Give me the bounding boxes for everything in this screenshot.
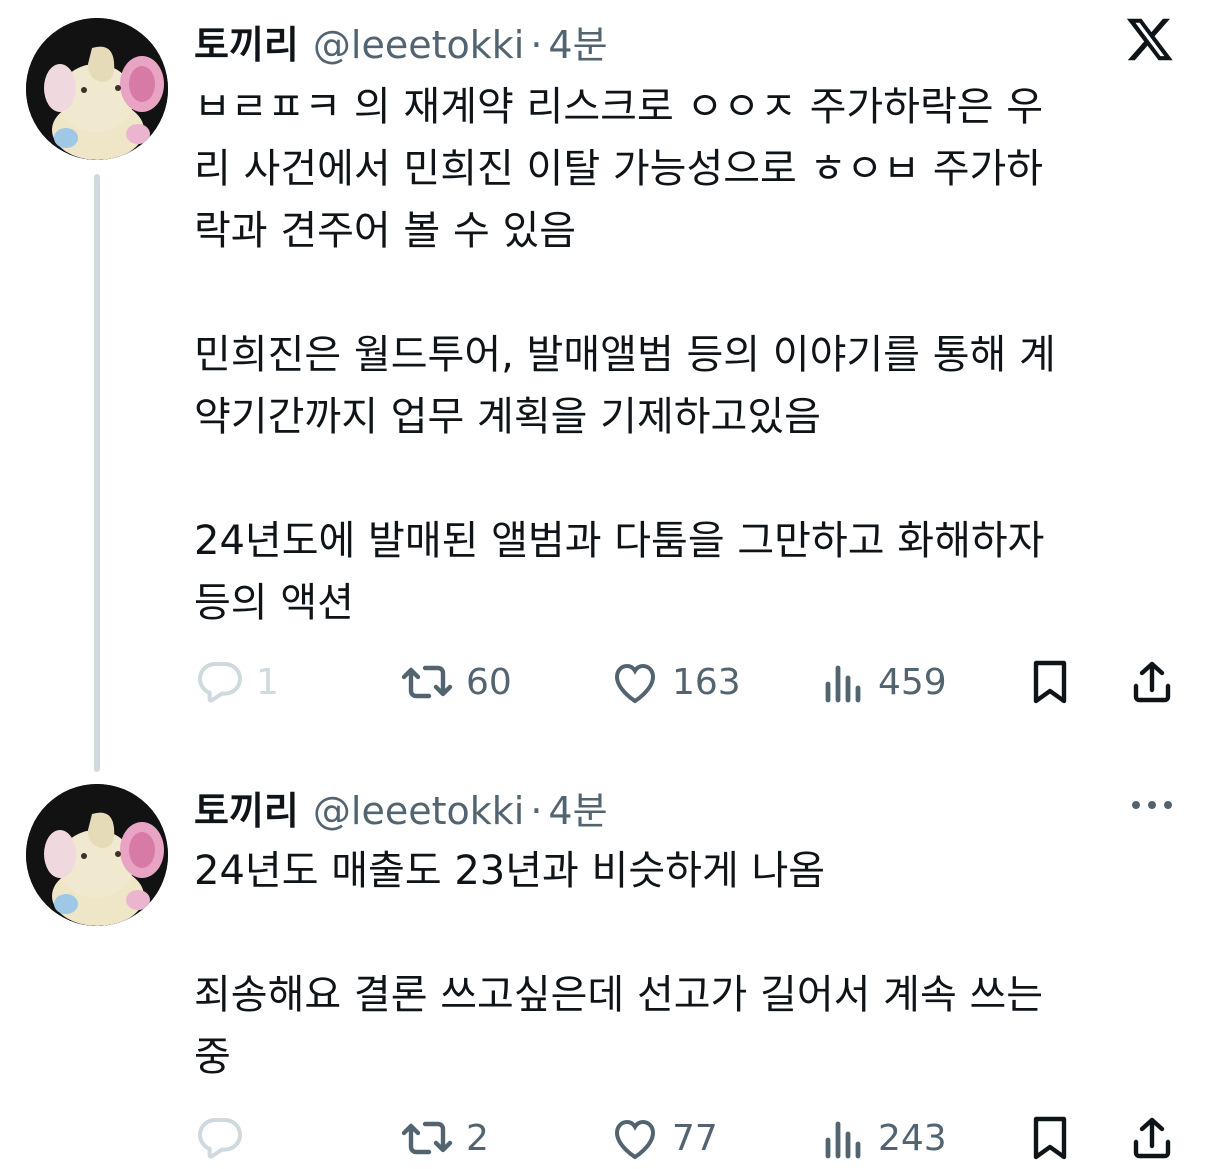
tweet-text: 24년도 매출도 23년과 비슷하게 나옴 죄송해요 결론 쓰고싶은데 선고가 … (194, 848, 1044, 1080)
views-icon (825, 1121, 861, 1159)
like-count: 163 (672, 661, 741, 703)
like-button[interactable]: 163 (610, 657, 741, 707)
views-count: 459 (878, 661, 947, 703)
share-icon (1133, 661, 1171, 703)
avatar[interactable] (26, 784, 168, 926)
retweet-icon (401, 1121, 453, 1155)
avatar[interactable] (26, 18, 168, 160)
reply-icon (197, 1118, 243, 1159)
views-button[interactable]: 243 (822, 1113, 947, 1163)
retweet-button[interactable]: 60 (400, 657, 512, 707)
user-handle[interactable]: @leeetokki (313, 23, 524, 67)
separator-dot: · (530, 23, 543, 67)
retweet-count: 60 (466, 661, 512, 703)
action-bar: 2 77 243 (194, 1113, 1184, 1163)
retweet-count: 2 (466, 1117, 489, 1159)
like-icon (614, 663, 656, 704)
reply-button[interactable]: 1 (196, 657, 279, 707)
bookmark-icon (1033, 660, 1067, 704)
bookmark-icon (1033, 1116, 1067, 1160)
share-button[interactable] (1128, 657, 1176, 707)
like-count: 77 (672, 1117, 718, 1159)
like-button[interactable]: 77 (610, 1113, 718, 1163)
more-options-icon[interactable] (1130, 790, 1174, 820)
plush-toy-avatar-image (26, 784, 168, 926)
bookmark-button[interactable] (1028, 1113, 1072, 1163)
x-logo-icon (1126, 18, 1173, 61)
reply-count: 1 (256, 661, 279, 703)
tweet-text: ㅂㄹㅍㅋ 의 재계약 리스크로 ㅇㅇㅈ 주가하락은 우 리 사건에서 민희진 이… (194, 84, 1056, 626)
views-icon (825, 665, 861, 703)
retweet-icon (401, 665, 453, 699)
retweet-button[interactable]: 2 (400, 1113, 489, 1163)
timestamp[interactable]: 4분 (548, 14, 607, 69)
user-handle[interactable]: @leeetokki (313, 789, 524, 833)
like-icon (614, 1119, 656, 1160)
views-count: 243 (878, 1117, 947, 1159)
display-name[interactable]: 토끼리 (194, 780, 299, 835)
plush-toy-avatar-image (26, 18, 168, 160)
action-bar: 1 60 163 459 (194, 657, 1184, 707)
tweet-header: 토끼리 @leeetokki · 4분 (194, 780, 608, 833)
bookmark-button[interactable] (1028, 657, 1072, 707)
reply-button[interactable] (196, 1113, 256, 1163)
display-name[interactable]: 토끼리 (194, 14, 299, 69)
separator-dot: · (530, 789, 543, 833)
reply-icon (197, 662, 243, 703)
views-button[interactable]: 459 (822, 657, 947, 707)
timestamp[interactable]: 4분 (548, 780, 607, 835)
share-icon (1133, 1117, 1171, 1159)
share-button[interactable] (1128, 1113, 1176, 1163)
thread-line (94, 174, 100, 772)
tweet-header: 토끼리 @leeetokki · 4분 (194, 14, 608, 67)
